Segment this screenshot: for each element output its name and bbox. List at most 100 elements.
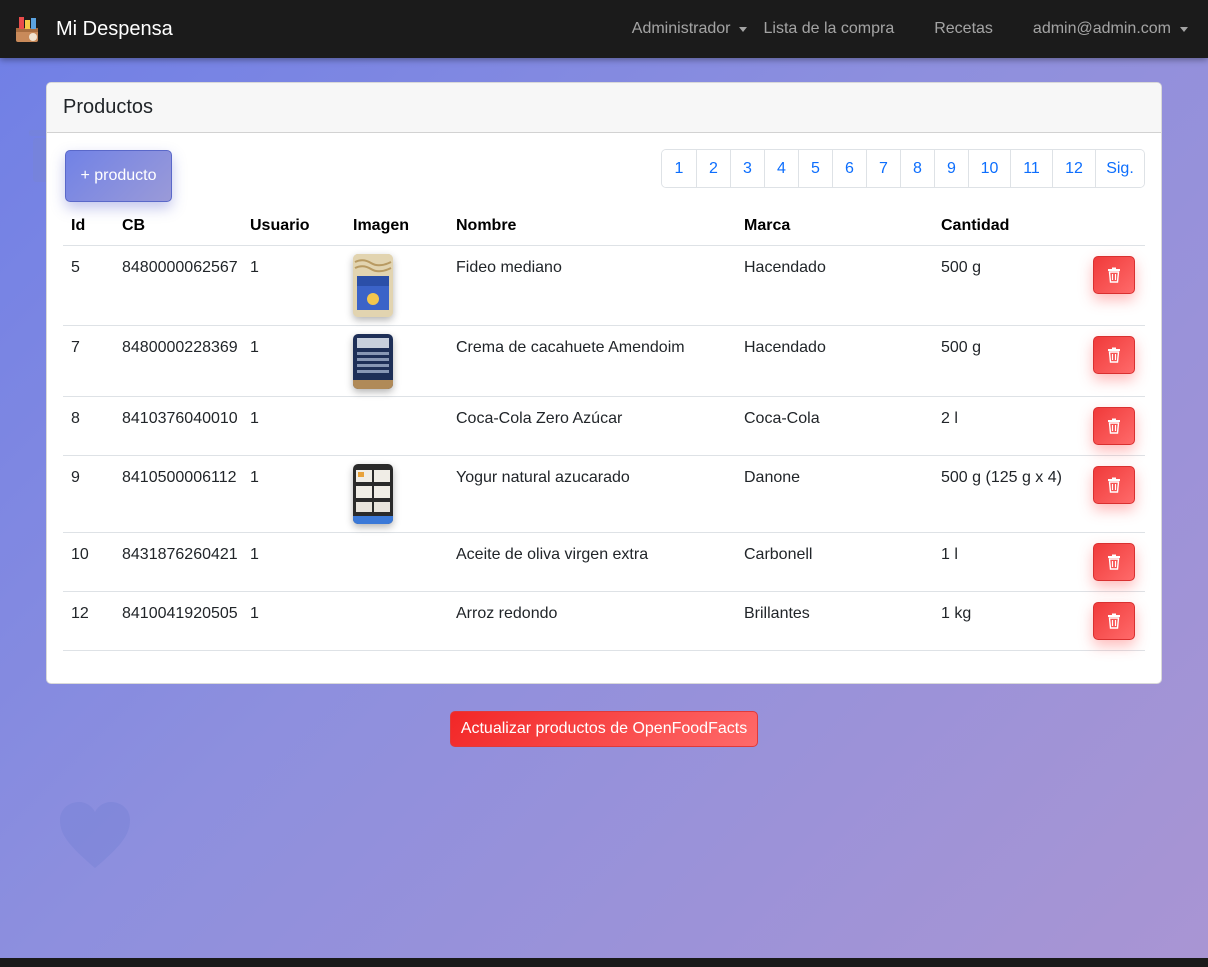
cell-cantidad: 500 g <box>941 259 982 276</box>
trash-icon <box>1108 613 1120 629</box>
navbar: Mi Despensa Administrador Lista de la co… <box>0 0 1208 58</box>
page-link-2[interactable]: 2 <box>696 150 730 187</box>
caret-down-icon <box>739 26 748 32</box>
page-link-next[interactable]: Sig. <box>1095 150 1144 187</box>
delete-button[interactable] <box>1093 256 1135 294</box>
caret-down-icon <box>1180 26 1188 32</box>
cell-cantidad: 1 l <box>941 546 958 563</box>
cell-usuario: 1 <box>250 410 259 427</box>
column-header-usuario: Usuario <box>250 217 310 234</box>
pagination: 1 2 3 4 5 6 7 8 9 10 11 12 Sig. <box>661 149 1145 188</box>
cell-cb: 8480000228369 <box>122 339 238 356</box>
taskbar <box>0 958 1208 967</box>
cell-cb: 8410376040010 <box>122 410 238 427</box>
card-title: Productos <box>63 96 154 118</box>
page-link-8[interactable]: 8 <box>900 150 934 187</box>
cell-usuario: 1 <box>250 259 259 276</box>
cell-usuario: 1 <box>250 339 259 356</box>
page-link-5[interactable]: 5 <box>798 150 832 187</box>
cell-usuario: 1 <box>250 469 259 486</box>
table-row: 10 8431876260421 1 Aceite de oliva virge… <box>63 533 1145 592</box>
cell-id: 9 <box>71 469 80 486</box>
column-header-id: Id <box>71 217 86 234</box>
cell-cantidad: 1 kg <box>941 605 972 622</box>
nav-item-label: Lista de la compra <box>763 20 895 37</box>
cell-marca: Hacendado <box>744 339 826 356</box>
trash-icon <box>1108 477 1120 493</box>
column-header-nombre: Nombre <box>456 217 517 234</box>
column-header-cantidad: Cantidad <box>941 217 1010 234</box>
delete-button[interactable] <box>1093 336 1135 374</box>
cell-marca: Hacendado <box>744 259 826 276</box>
cell-nombre: Coca-Cola Zero Azúcar <box>456 410 623 427</box>
column-header-marca: Marca <box>744 217 791 234</box>
cell-nombre: Yogur natural azucarado <box>456 469 630 486</box>
cell-id: 7 <box>71 339 80 356</box>
nav-item-label: admin@admin.com <box>1032 20 1171 37</box>
cell-id: 12 <box>71 605 89 622</box>
cell-marca: Coca-Cola <box>744 410 820 427</box>
cell-id: 8 <box>71 410 80 427</box>
column-header-imagen: Imagen <box>353 217 410 234</box>
product-image <box>353 254 393 317</box>
nav-item-recetas[interactable]: Recetas <box>934 20 993 38</box>
add-product-button[interactable]: + producto <box>65 150 172 202</box>
delete-button[interactable] <box>1093 543 1135 581</box>
update-openfoodfacts-button[interactable]: Actualizar productos de OpenFoodFacts <box>450 711 758 747</box>
column-header-cb: CB <box>122 217 146 234</box>
card-header: Productos <box>47 83 1161 133</box>
product-image <box>353 464 393 524</box>
page-link-6[interactable]: 6 <box>832 150 866 187</box>
delete-button[interactable] <box>1093 602 1135 640</box>
cell-cb: 8410041920505 <box>122 605 238 622</box>
page-link-3[interactable]: 3 <box>730 150 764 187</box>
cell-nombre: Fideo mediano <box>456 259 562 276</box>
table-row: 12 8410041920505 1 Arroz redondo Brillan… <box>63 592 1145 651</box>
delete-button[interactable] <box>1093 407 1135 445</box>
cell-usuario: 1 <box>250 546 259 563</box>
cell-cantidad: 2 l <box>941 410 958 427</box>
products-table: Id CB Usuario Imagen Nombre Marca Cantid… <box>63 205 1145 651</box>
cell-marca: Brillantes <box>744 605 810 622</box>
page-link-1[interactable]: 1 <box>662 150 696 187</box>
page-link-9[interactable]: 9 <box>934 150 968 187</box>
brand[interactable]: Mi Despensa <box>12 14 173 44</box>
nav-menu: Administrador Lista de la compra Recetas… <box>632 0 1188 58</box>
page-link-7[interactable]: 7 <box>866 150 900 187</box>
pantry-logo-icon <box>12 14 42 44</box>
nav-item-lista-compra[interactable]: Lista de la compra <box>763 20 894 38</box>
cell-nombre: Aceite de oliva virgen extra <box>456 546 649 563</box>
cell-cb: 8410500006112 <box>122 469 237 486</box>
nav-item-user[interactable]: admin@admin.com <box>1033 20 1188 38</box>
cell-cantidad: 500 g (125 g x 4) <box>941 469 1062 486</box>
cell-nombre: Crema de cacahuete Amendoim <box>456 339 685 356</box>
page-link-12[interactable]: 12 <box>1052 150 1095 187</box>
cell-id: 5 <box>71 259 80 276</box>
cell-cantidad: 500 g <box>941 339 982 356</box>
cell-id: 10 <box>71 546 89 563</box>
cell-marca: Carbonell <box>744 546 813 563</box>
background-heart-icon <box>58 800 132 870</box>
page-link-10[interactable]: 10 <box>968 150 1010 187</box>
trash-icon <box>1108 347 1120 363</box>
cell-marca: Danone <box>744 469 801 486</box>
trash-icon <box>1108 267 1120 283</box>
product-image <box>353 334 393 389</box>
page-link-4[interactable]: 4 <box>764 150 798 187</box>
brand-title: Mi Despensa <box>56 17 173 40</box>
nav-item-label: Administrador <box>631 20 731 37</box>
cell-cb: 8431876260421 <box>122 546 238 563</box>
trash-icon <box>1108 554 1120 570</box>
table-row: 8 8410376040010 1 Coca-Cola Zero Azúcar … <box>63 397 1145 456</box>
trash-icon <box>1108 418 1120 434</box>
nav-item-administrador[interactable]: Administrador <box>632 20 748 38</box>
table-header: Id CB Usuario Imagen Nombre Marca Cantid… <box>63 205 1145 246</box>
cell-usuario: 1 <box>250 605 259 622</box>
cell-cb: 8480000062567 <box>122 259 238 276</box>
table-row: 7 8480000228369 1 Crema de cacahuete Ame… <box>63 326 1145 397</box>
page-link-11[interactable]: 11 <box>1010 150 1052 187</box>
delete-button[interactable] <box>1093 466 1135 504</box>
nav-item-label: Recetas <box>934 20 993 37</box>
products-card: Productos + producto 1 2 3 4 5 6 7 8 9 1… <box>46 82 1162 684</box>
table-row: 5 8480000062567 1 Fideo mediano Hacendad… <box>63 246 1145 326</box>
